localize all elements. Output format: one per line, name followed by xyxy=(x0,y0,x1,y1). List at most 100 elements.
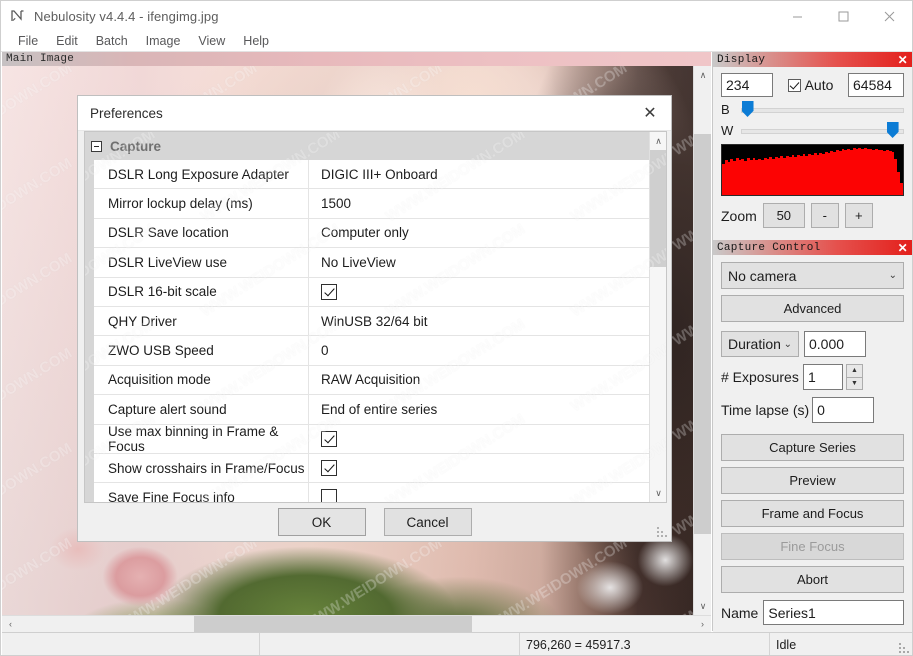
zoom-out-button[interactable]: - xyxy=(810,203,839,228)
preference-row-value[interactable] xyxy=(309,425,649,453)
display-levels-row: 234 Auto 64584 xyxy=(721,73,904,97)
cancel-button[interactable]: Cancel xyxy=(383,508,472,536)
stepper-up-icon[interactable]: ▲ xyxy=(846,364,863,378)
collapse-expander-icon[interactable] xyxy=(91,140,102,152)
preference-row-name: DSLR Save location xyxy=(94,218,309,248)
display-panel-close-icon[interactable]: ✕ xyxy=(898,54,908,66)
status-bar: 796,260 = 45917.3 Idle xyxy=(2,632,912,655)
image-horizontal-scrollbar[interactable]: ‹ › xyxy=(2,615,711,633)
exposures-input[interactable]: 1 xyxy=(803,364,843,390)
preference-checkbox[interactable] xyxy=(321,283,337,300)
white-slider-thumb[interactable] xyxy=(886,122,899,138)
resize-grip-icon[interactable] xyxy=(897,641,909,653)
zoom-in-button[interactable]: + xyxy=(844,203,873,228)
preferences-vertical-scrollbar[interactable]: ∧ ∨ xyxy=(649,132,666,502)
menu-edit[interactable]: Edit xyxy=(47,32,87,50)
duration-select[interactable]: Duration ⌄ xyxy=(721,331,799,357)
auto-checkbox[interactable] xyxy=(787,78,801,92)
menu-view[interactable]: View xyxy=(189,32,234,50)
duration-input[interactable]: 0.000 xyxy=(804,331,866,357)
auto-checkbox-group[interactable]: Auto xyxy=(787,77,833,93)
preference-row[interactable]: Acquisition mode RAW Acquisition xyxy=(94,365,649,396)
preferences-group-label: Capture xyxy=(110,138,162,154)
black-slider-label: B xyxy=(721,101,730,117)
preference-row-name: DSLR 16-bit scale xyxy=(94,277,309,306)
scroll-down-arrow-icon[interactable]: ∨ xyxy=(694,597,711,615)
preferences-scroll-down-icon[interactable]: ∨ xyxy=(650,484,666,502)
preference-row[interactable]: Show crosshairs in Frame/Focus xyxy=(94,453,649,484)
stepper-down-icon[interactable]: ▼ xyxy=(846,377,863,390)
exposures-stepper[interactable]: ▲ ▼ xyxy=(846,364,863,390)
scroll-right-arrow-icon[interactable]: › xyxy=(694,616,711,633)
black-slider-track[interactable] xyxy=(741,100,904,118)
abort-button[interactable]: Abort xyxy=(721,566,904,593)
preference-row-name: QHY Driver xyxy=(94,306,309,336)
menu-batch[interactable]: Batch xyxy=(87,32,137,50)
frame-and-focus-button[interactable]: Frame and Focus xyxy=(721,500,904,527)
black-level-input[interactable]: 234 xyxy=(721,73,773,97)
preferences-scroll-up-icon[interactable]: ∧ xyxy=(650,132,666,150)
black-slider-thumb[interactable] xyxy=(741,101,754,117)
preference-row-value[interactable]: No LiveView xyxy=(309,248,649,276)
preference-checkbox[interactable] xyxy=(321,489,337,502)
preference-row[interactable]: ZWO USB Speed 0 xyxy=(94,336,649,366)
maximize-button[interactable] xyxy=(820,1,866,31)
preferences-close-icon[interactable]: ✕ xyxy=(629,96,671,131)
preference-row-value[interactable] xyxy=(309,483,649,502)
preference-row-value[interactable]: Computer only xyxy=(309,219,649,247)
ok-button[interactable]: OK xyxy=(277,508,366,536)
preference-row[interactable]: DSLR 16-bit scale xyxy=(94,277,649,307)
zoom-value-field[interactable]: 50 xyxy=(762,203,805,228)
preference-row-value[interactable]: WinUSB 32/64 bit xyxy=(309,307,649,335)
fine-focus-button: Fine Focus xyxy=(721,533,904,560)
preference-row[interactable]: DSLR LiveView use No LiveView xyxy=(94,248,649,278)
preference-row[interactable]: DSLR Long Exposure Adapter DIGIC III+ Onb… xyxy=(94,160,649,190)
advanced-button[interactable]: Advanced xyxy=(721,295,904,322)
series-name-input[interactable]: Series1 xyxy=(763,600,904,625)
image-vertical-scrollbar[interactable]: ∧ ∨ xyxy=(693,66,711,615)
preview-button[interactable]: Preview xyxy=(721,467,904,494)
preference-row[interactable]: Save Fine Focus info xyxy=(94,483,649,502)
capture-panel-close-icon[interactable]: ✕ xyxy=(898,242,908,254)
preference-row[interactable]: Use max binning in Frame & Focus xyxy=(94,424,649,454)
scroll-up-arrow-icon[interactable]: ∧ xyxy=(694,66,711,84)
scroll-left-arrow-icon[interactable]: ‹ xyxy=(2,616,19,633)
white-slider-track[interactable] xyxy=(741,121,904,139)
timelapse-input[interactable]: 0 xyxy=(812,397,875,423)
camera-select[interactable]: No camera ⌄ xyxy=(721,262,904,289)
horizontal-scroll-track[interactable] xyxy=(19,615,694,633)
minimize-button[interactable] xyxy=(774,1,820,31)
display-panel-title: Display xyxy=(717,53,766,66)
preference-row-name: DSLR Long Exposure Adapter xyxy=(94,160,309,189)
histogram-bars xyxy=(722,145,903,195)
preferences-scroll-thumb[interactable] xyxy=(650,150,666,267)
close-button[interactable] xyxy=(866,1,912,31)
preference-row[interactable]: Capture alert sound End of entire series xyxy=(94,395,649,425)
image-tab-main[interactable]: Main Image xyxy=(2,52,711,66)
preferences-group-capture[interactable]: Capture xyxy=(85,132,666,160)
capture-panel-titlebar: Capture Control ✕ xyxy=(713,240,912,255)
vertical-scroll-thumb[interactable] xyxy=(694,134,711,534)
dialog-resize-grip-icon[interactable] xyxy=(657,527,667,537)
white-slider-label: W xyxy=(721,122,734,138)
menu-help[interactable]: Help xyxy=(234,32,278,50)
preference-checkbox[interactable] xyxy=(321,460,337,477)
preference-row-value[interactable] xyxy=(309,454,649,482)
preference-checkbox[interactable] xyxy=(321,430,337,447)
preference-row-value[interactable] xyxy=(309,278,649,306)
preference-row[interactable]: DSLR Save location Computer only xyxy=(94,218,649,249)
right-dock: Display ✕ 234 Auto 64584 B W Zoom 50 - +… xyxy=(712,52,912,633)
menu-file[interactable]: File xyxy=(9,32,47,50)
preference-row-value[interactable]: RAW Acquisition xyxy=(309,366,649,394)
capture-series-button[interactable]: Capture Series xyxy=(721,434,904,461)
white-level-input[interactable]: 64584 xyxy=(848,73,904,97)
preference-row-value[interactable]: 0 xyxy=(309,336,649,364)
horizontal-scroll-thumb[interactable] xyxy=(194,615,472,633)
preference-row-value[interactable]: DIGIC III+ Onboard xyxy=(309,160,649,188)
timelapse-row: Time lapse (s) 0 xyxy=(721,397,904,423)
preference-row[interactable]: Mirror lockup delay (ms) 1500 xyxy=(94,189,649,219)
preference-row-value[interactable]: End of entire series xyxy=(309,395,649,423)
preference-row[interactable]: QHY Driver WinUSB 32/64 bit xyxy=(94,306,649,337)
preference-row-value[interactable]: 1500 xyxy=(309,189,649,217)
menu-image[interactable]: Image xyxy=(137,32,190,50)
